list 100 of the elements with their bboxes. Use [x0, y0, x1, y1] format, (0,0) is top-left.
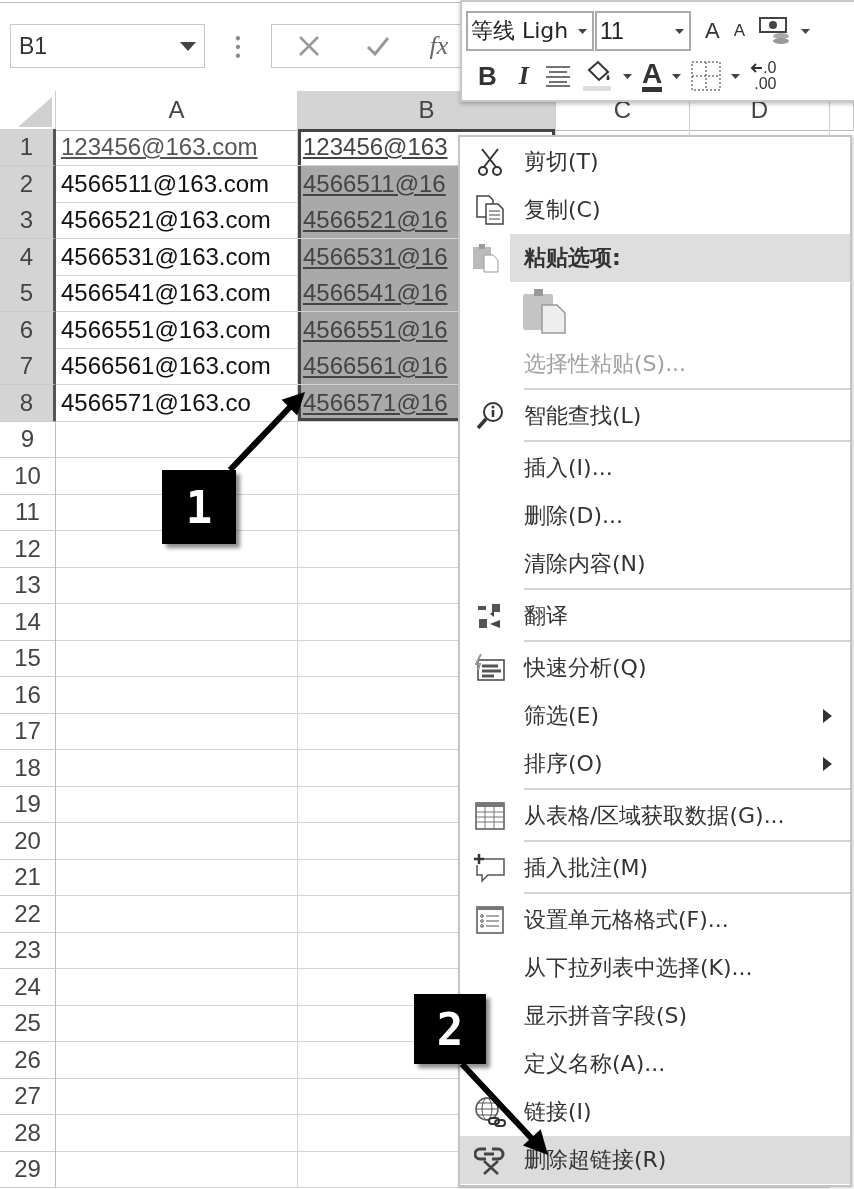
- row-header[interactable]: 10: [0, 457, 56, 495]
- align-center-icon[interactable]: [544, 65, 571, 87]
- row-header[interactable]: 14: [0, 603, 56, 641]
- row-header[interactable]: 24: [0, 968, 56, 1006]
- insert-function-button[interactable]: fx: [429, 31, 449, 61]
- menu-item[interactable]: 从下拉列表中选择(K)...: [460, 944, 850, 992]
- row-header[interactable]: 4: [0, 238, 56, 276]
- caret-icon: [578, 28, 587, 34]
- row-header[interactable]: 6: [0, 311, 56, 349]
- menu-item[interactable]: 排序(O): [460, 740, 850, 788]
- submenu-arrow-icon: [823, 709, 832, 723]
- row-header[interactable]: 22: [0, 895, 56, 933]
- table-cell[interactable]: 123456@163.com: [56, 129, 298, 166]
- caret-icon[interactable]: [731, 73, 741, 79]
- name-box[interactable]: B1: [10, 24, 205, 68]
- table-cell[interactable]: [56, 859, 298, 896]
- table-cell[interactable]: [56, 932, 298, 969]
- select-all-icon[interactable]: [18, 97, 52, 127]
- menu-item[interactable]: 插入批注(M): [460, 844, 850, 892]
- table-cell[interactable]: [56, 822, 298, 860]
- row-header[interactable]: 23: [0, 932, 56, 969]
- comment-icon: [474, 853, 506, 883]
- bold-button[interactable]: B: [478, 60, 497, 92]
- caret-icon[interactable]: [801, 28, 811, 34]
- menu-item[interactable]: 清除内容(N): [460, 540, 850, 588]
- row-header[interactable]: 5: [0, 275, 56, 312]
- unlink-icon: [474, 1145, 506, 1175]
- row-header[interactable]: 16: [0, 676, 56, 714]
- menu-item[interactable]: 从表格/区域获取数据(G)...: [460, 792, 850, 840]
- row-header[interactable]: 7: [0, 348, 56, 385]
- font-name-field[interactable]: 等线 Ligh: [466, 11, 594, 51]
- copy-icon: [476, 195, 504, 225]
- table-cell[interactable]: [56, 786, 298, 823]
- row-header[interactable]: 9: [0, 421, 56, 458]
- menu-section-header: 粘贴选项:: [510, 234, 850, 282]
- menu-item[interactable]: 筛选(E): [460, 692, 850, 740]
- money-icon[interactable]: [759, 16, 792, 46]
- row-header[interactable]: 17: [0, 713, 56, 750]
- row-header[interactable]: 15: [0, 640, 56, 677]
- decrease-decimal-button[interactable]: .0 .00: [750, 60, 777, 92]
- table-cell[interactable]: [56, 749, 298, 787]
- table-cell[interactable]: [56, 895, 298, 933]
- step-tooltip: 2: [414, 994, 486, 1064]
- grow-font-button[interactable]: A: [705, 18, 720, 44]
- row-header[interactable]: 2: [0, 165, 56, 203]
- borders-icon[interactable]: [691, 61, 722, 91]
- menu-item[interactable]: 快速分析(Q): [460, 644, 850, 692]
- row-header[interactable]: 18: [0, 749, 56, 787]
- menu-item[interactable]: 插入(I)...: [460, 444, 850, 492]
- menu-item[interactable]: 链接(I): [460, 1088, 850, 1136]
- menu-item[interactable]: 删除超链接(R): [460, 1136, 850, 1184]
- row-header[interactable]: 20: [0, 822, 56, 860]
- menu-item[interactable]: 翻译: [460, 592, 850, 640]
- table-cell[interactable]: [56, 603, 298, 641]
- row-header[interactable]: 29: [0, 1151, 56, 1188]
- table-cell[interactable]: [56, 1005, 298, 1042]
- row-header[interactable]: 8: [0, 384, 56, 422]
- font-color-button[interactable]: A: [641, 60, 663, 92]
- fill-color-icon[interactable]: [580, 60, 613, 92]
- row-header[interactable]: 28: [0, 1114, 56, 1152]
- step-tooltip: 1: [162, 470, 236, 544]
- cancel-icon[interactable]: [297, 35, 320, 57]
- italic-button[interactable]: I: [518, 61, 529, 91]
- more-icon[interactable]: [234, 35, 241, 59]
- font-size-field[interactable]: 11: [595, 11, 691, 51]
- row-header[interactable]: 13: [0, 567, 56, 604]
- table-icon: [475, 802, 505, 830]
- menu-item[interactable]: 设置单元格格式(F)...: [460, 896, 850, 944]
- shrink-font-button[interactable]: A: [733, 21, 746, 41]
- caret-icon[interactable]: [672, 73, 682, 79]
- list-icon: [476, 906, 504, 934]
- row-header[interactable]: 11: [0, 494, 56, 531]
- table-cell[interactable]: [56, 1041, 298, 1079]
- quick-analysis-icon: [475, 654, 505, 682]
- row-header[interactable]: 19: [0, 786, 56, 823]
- scissors-icon: [478, 147, 502, 177]
- table-cell[interactable]: [56, 567, 298, 604]
- table-cell[interactable]: [56, 676, 298, 714]
- row-header[interactable]: 3: [0, 202, 56, 239]
- menu-item[interactable]: 删除(D)...: [460, 492, 850, 540]
- caret-icon[interactable]: [622, 73, 632, 79]
- table-cell[interactable]: [56, 421, 298, 458]
- table-cell[interactable]: [56, 1151, 298, 1188]
- table-cell[interactable]: [56, 713, 298, 750]
- table-cell[interactable]: [56, 640, 298, 677]
- submenu-arrow-icon: [823, 757, 832, 771]
- check-icon[interactable]: [365, 36, 390, 56]
- row-header[interactable]: 12: [0, 530, 56, 568]
- row-header[interactable]: 21: [0, 859, 56, 896]
- table-cell[interactable]: [56, 1114, 298, 1152]
- caret-icon: [179, 41, 196, 51]
- paste-button[interactable]: [522, 288, 566, 334]
- row-header[interactable]: 25: [0, 1005, 56, 1042]
- globe-link-icon: [474, 1096, 506, 1128]
- row-header[interactable]: 1: [0, 129, 56, 166]
- table-cell[interactable]: [56, 968, 298, 1006]
- table-cell[interactable]: [56, 1078, 298, 1115]
- search-icon: [476, 401, 504, 431]
- row-header[interactable]: 26: [0, 1041, 56, 1079]
- row-header[interactable]: 27: [0, 1078, 56, 1115]
